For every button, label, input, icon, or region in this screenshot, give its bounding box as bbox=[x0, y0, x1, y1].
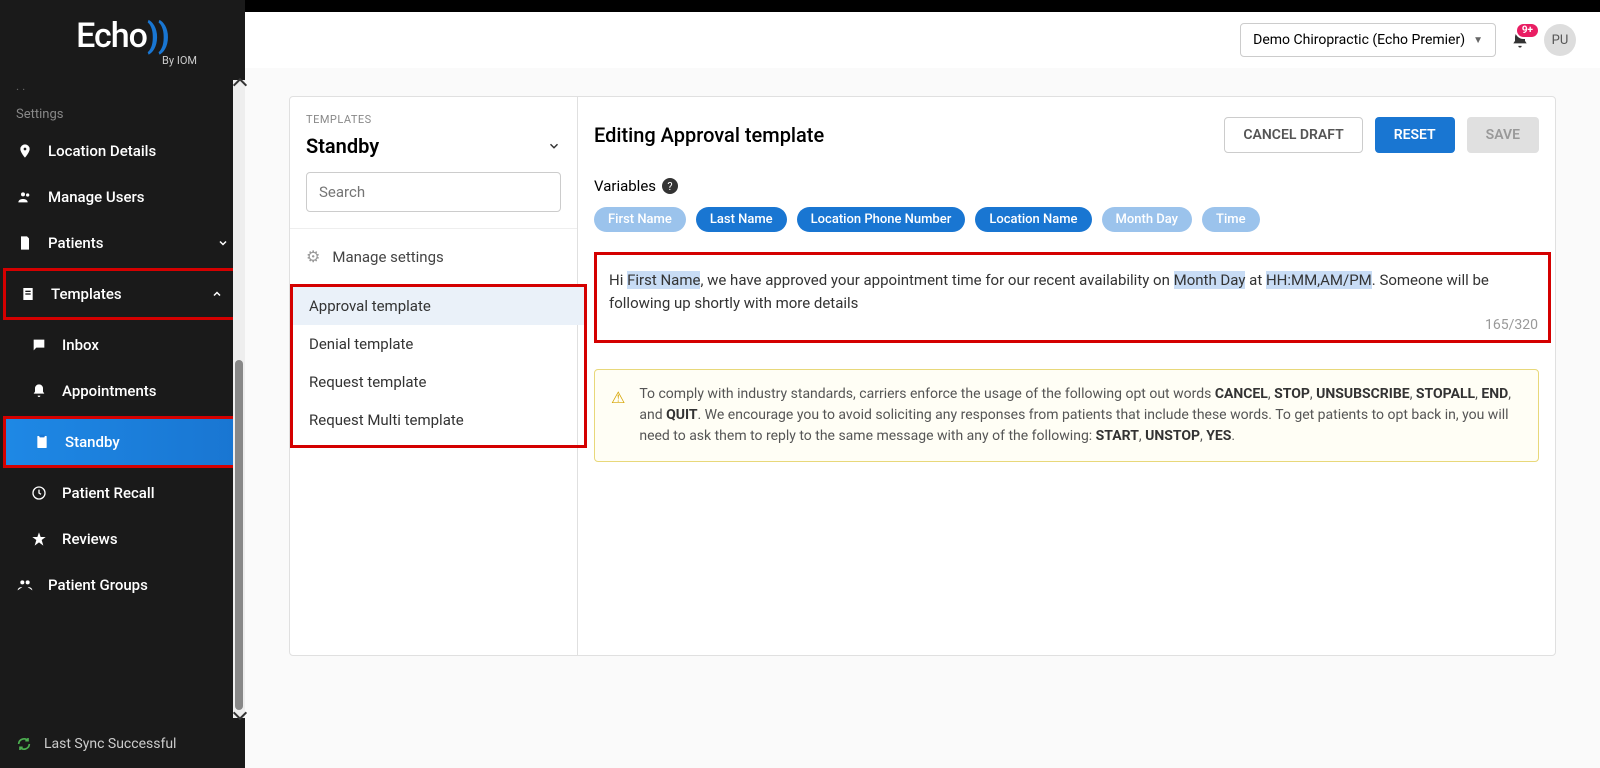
variable-chips: First Name Last Name Location Phone Numb… bbox=[594, 207, 1555, 232]
var-time: HH:MM,AM/PM bbox=[1266, 271, 1372, 289]
document-icon bbox=[19, 285, 37, 303]
logo-bracket-icon: )) bbox=[147, 16, 169, 56]
editor: Editing Approval template CANCEL DRAFT R… bbox=[578, 97, 1555, 655]
chip-first-name[interactable]: First Name bbox=[594, 207, 686, 232]
cancel-draft-button[interactable]: CANCEL DRAFT bbox=[1224, 117, 1362, 153]
org-name: Demo Chiropractic (Echo Premier) bbox=[1253, 32, 1465, 48]
sidebar-scrollbar[interactable] bbox=[233, 80, 245, 718]
sidebar-item-inbox[interactable]: Inbox bbox=[0, 322, 245, 368]
sync-status: Last Sync Successful bbox=[0, 720, 245, 768]
template-item-denial[interactable]: Denial template bbox=[293, 325, 584, 363]
var-first-name: First Name bbox=[627, 271, 700, 289]
sidebar-item-appointments[interactable]: Appointments bbox=[0, 368, 245, 414]
chip-month-day[interactable]: Month Day bbox=[1102, 207, 1193, 232]
avatar[interactable]: PU bbox=[1544, 24, 1576, 56]
variables-label: Variables ? bbox=[594, 177, 1555, 195]
sync-icon bbox=[16, 736, 32, 752]
sidebar-item-label: Inbox bbox=[62, 336, 99, 354]
sidebar-item-patients[interactable]: Patients bbox=[0, 220, 245, 266]
content: TEMPLATES Standby ⚙ Manage settings Appr… bbox=[245, 68, 1600, 768]
template-item-approval[interactable]: Approval template bbox=[293, 287, 584, 325]
chevron-up-icon bbox=[211, 288, 223, 300]
group-icon bbox=[16, 576, 34, 594]
template-category-selector[interactable]: Standby bbox=[306, 134, 561, 158]
template-category-name: Standby bbox=[306, 134, 379, 158]
chevron-down-icon bbox=[217, 237, 229, 249]
panel: TEMPLATES Standby ⚙ Manage settings Appr… bbox=[289, 96, 1556, 656]
star-icon bbox=[30, 530, 48, 548]
sidebar-item-location[interactable]: Location Details bbox=[0, 128, 245, 174]
help-icon[interactable]: ? bbox=[662, 178, 678, 194]
sidebar-item-label: Reviews bbox=[62, 530, 118, 548]
save-button: SAVE bbox=[1467, 117, 1539, 153]
notification-badge: 9+ bbox=[1515, 22, 1540, 39]
chip-phone[interactable]: Location Phone Number bbox=[797, 207, 966, 232]
chevron-down-icon bbox=[547, 139, 561, 153]
clipboard-icon bbox=[33, 433, 51, 451]
editor-title: Editing Approval template bbox=[594, 123, 824, 147]
sync-label: Last Sync Successful bbox=[44, 736, 176, 752]
sidebar: Echo)) By IOM . . Settings Location Deta… bbox=[0, 0, 245, 768]
main: Demo Chiropractic (Echo Premier) ▼ 9+ PU… bbox=[245, 0, 1600, 768]
template-item-request[interactable]: Request template bbox=[293, 363, 584, 401]
topbar: Demo Chiropractic (Echo Premier) ▼ 9+ PU bbox=[245, 12, 1600, 68]
manage-settings-button[interactable]: ⚙ Manage settings bbox=[290, 228, 577, 284]
compliance-warning: ⚠ To comply with industry standards, car… bbox=[594, 369, 1539, 462]
manage-label: Manage settings bbox=[332, 248, 443, 266]
template-search-input[interactable] bbox=[306, 172, 561, 212]
org-selector[interactable]: Demo Chiropractic (Echo Premier) ▼ bbox=[1240, 23, 1496, 57]
chip-time[interactable]: Time bbox=[1202, 207, 1260, 232]
warning-icon: ⚠ bbox=[611, 386, 625, 447]
gear-icon: ⚙ bbox=[306, 247, 320, 266]
top-black-bar bbox=[245, 0, 1600, 12]
sidebar-item-recall[interactable]: Patient Recall bbox=[0, 470, 245, 516]
sidebar-item-label: Location Details bbox=[48, 142, 156, 160]
sidebar-item-label: Patient Groups bbox=[48, 576, 148, 594]
file-icon bbox=[16, 234, 34, 252]
chat-icon bbox=[30, 336, 48, 354]
caret-down-icon: ▼ bbox=[1473, 35, 1483, 46]
sidebar-section-label: Settings bbox=[0, 93, 245, 128]
sidebar-item-label: Patients bbox=[48, 234, 104, 252]
history-icon bbox=[30, 484, 48, 502]
highlight-templates: Templates bbox=[3, 268, 239, 320]
sidebar-item-users[interactable]: Manage Users bbox=[0, 174, 245, 220]
ellipsis-icon: . . bbox=[0, 79, 245, 93]
sidebar-item-label: Appointments bbox=[62, 382, 157, 400]
sidebar-item-label: Templates bbox=[51, 285, 122, 303]
sidebar-item-label: Standby bbox=[65, 433, 120, 451]
map-pin-icon bbox=[16, 142, 34, 160]
template-item-request-multi[interactable]: Request Multi template bbox=[293, 401, 584, 439]
template-list: Approval template Denial template Reques… bbox=[293, 287, 584, 439]
reset-button[interactable]: RESET bbox=[1375, 117, 1455, 153]
editor-header: Editing Approval template CANCEL DRAFT R… bbox=[594, 117, 1555, 153]
templates-label: TEMPLATES bbox=[306, 113, 561, 126]
bell-icon bbox=[30, 382, 48, 400]
chip-location-name[interactable]: Location Name bbox=[975, 207, 1091, 232]
editor-actions: CANCEL DRAFT RESET SAVE bbox=[1224, 117, 1539, 153]
scroll-thumb[interactable] bbox=[235, 360, 243, 710]
chip-last-name[interactable]: Last Name bbox=[696, 207, 787, 232]
message-editor[interactable]: Hi First Name, we have approved your app… bbox=[594, 252, 1551, 343]
sidebar-item-label: Manage Users bbox=[48, 188, 145, 206]
template-sidebar: TEMPLATES Standby ⚙ Manage settings Appr… bbox=[290, 97, 578, 655]
sidebar-item-templates[interactable]: Templates bbox=[6, 271, 236, 317]
var-month-day: Month Day bbox=[1174, 271, 1246, 289]
users-icon bbox=[16, 188, 34, 206]
char-counter: 165/320 bbox=[1485, 315, 1538, 336]
logo: Echo)) By IOM bbox=[0, 0, 245, 75]
logo-brand: Echo)) bbox=[0, 16, 245, 56]
sidebar-item-groups[interactable]: Patient Groups bbox=[0, 562, 245, 608]
sidebar-item-standby[interactable]: Standby bbox=[6, 419, 236, 465]
sidebar-item-label: Patient Recall bbox=[62, 484, 155, 502]
warning-text: To comply with industry standards, carri… bbox=[639, 384, 1522, 447]
highlight-standby: Standby bbox=[3, 416, 239, 468]
notifications-button[interactable]: 9+ bbox=[1510, 30, 1530, 50]
highlight-template-list: Approval template Denial template Reques… bbox=[290, 284, 587, 448]
sidebar-item-reviews[interactable]: Reviews bbox=[0, 516, 245, 562]
